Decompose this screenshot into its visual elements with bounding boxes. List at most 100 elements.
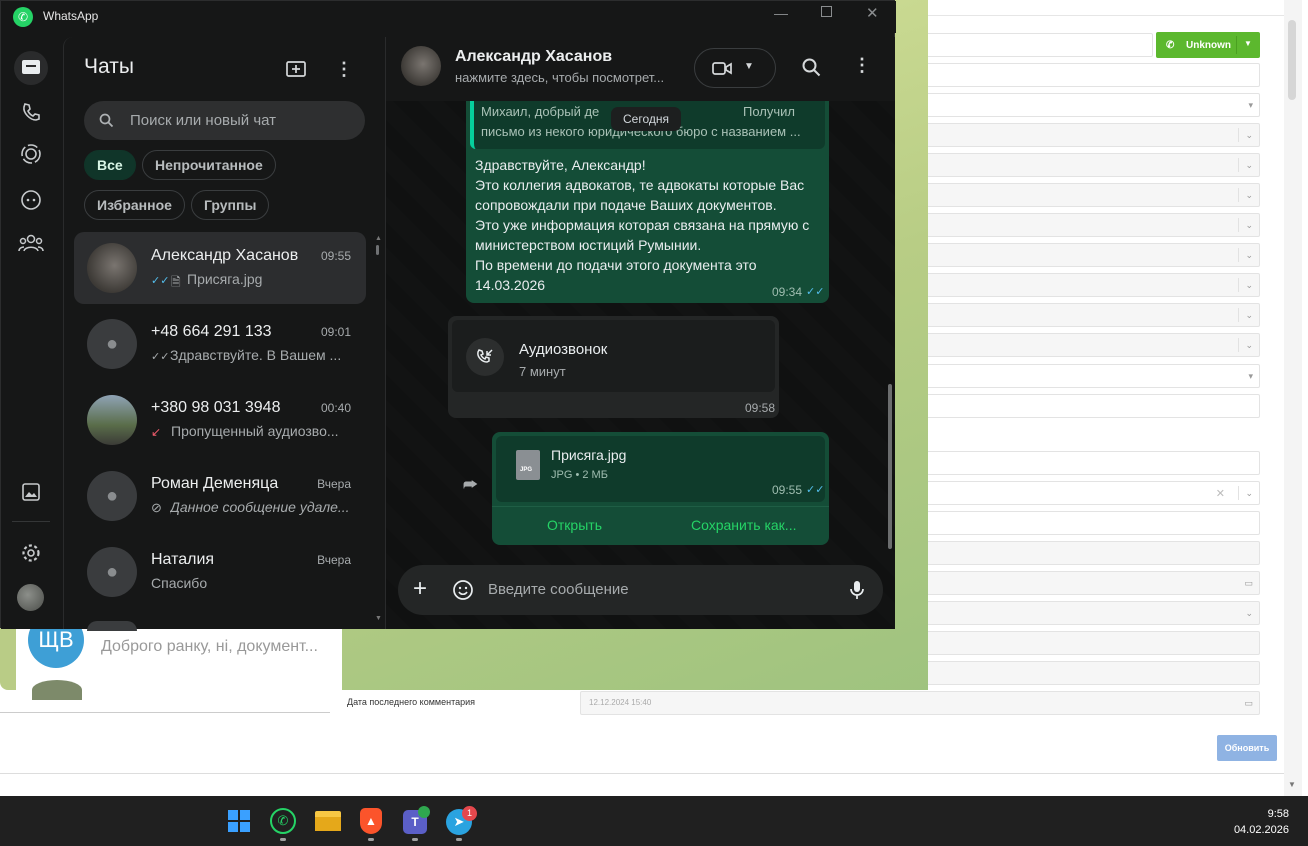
media-icon	[22, 483, 40, 501]
close-button[interactable]: ✕	[866, 4, 879, 22]
filter-unread[interactable]: Непрочитанное	[142, 150, 276, 180]
message-line: Это коллегия адвокатов, те адвокаты кото…	[475, 177, 805, 193]
settings-nav-button[interactable]	[14, 536, 48, 570]
whatsapp-logo-icon: ✆	[13, 7, 33, 27]
chevron-down-icon: ▼	[1244, 39, 1252, 48]
incoming-call-icon	[477, 349, 493, 363]
save-as-button[interactable]: Сохранить как...	[691, 517, 796, 533]
open-file-button[interactable]: Открыть	[547, 517, 602, 533]
chats-icon	[22, 60, 40, 74]
composer-placeholder: Введите сообщение	[488, 581, 629, 598]
read-receipt-icon: ✓✓	[806, 484, 825, 496]
forward-icon[interactable]: ⮫	[463, 477, 478, 495]
read-receipt-icon: ✓✓	[806, 286, 825, 298]
conversation-header[interactable]: Александр Хасанов нажмите здесь, чтобы п…	[386, 37, 895, 101]
outgoing-message[interactable]: Михаил, добрый де Получил письмо из неко…	[466, 101, 829, 303]
telegram-chat-list: ЩВ Доброго ранку, ні, документ...	[16, 612, 342, 700]
call-title: Аудиозвонок	[519, 341, 608, 358]
avatar: ●	[87, 547, 137, 597]
panel-title: Чаты	[84, 55, 134, 78]
communities-nav-button[interactable]	[14, 226, 48, 260]
clock-time[interactable]: 9:58	[1200, 808, 1289, 820]
brave-browser-icon[interactable]: ▲	[360, 808, 382, 834]
read-receipt-icon: ✓✓	[151, 275, 170, 287]
chat-preview: Присяга.jpg	[187, 271, 263, 287]
chevron-down-icon: ⌄	[1245, 160, 1253, 170]
contact-subtitle[interactable]: нажмите здесь, чтобы посмотрет...	[455, 70, 675, 85]
crm-unknown-button[interactable]: ✆ Unknown ▼	[1156, 32, 1260, 58]
menu-button[interactable]: ⋮	[332, 57, 356, 81]
new-chat-button[interactable]	[284, 57, 308, 81]
gear-icon	[22, 544, 40, 562]
media-nav-button[interactable]	[14, 475, 48, 509]
message-composer[interactable]: + Введите сообщение	[398, 565, 883, 615]
chat-list-item[interactable]: +380 98 031 3948 00:40 ↙ Пропущенный ауд…	[74, 384, 366, 456]
chat-list-scrollbar[interactable]: ▲ ▼	[375, 235, 382, 629]
search-input[interactable]: Поиск или новый чат	[84, 101, 365, 140]
filter-all[interactable]: Все	[84, 150, 136, 180]
avatar	[87, 621, 137, 631]
avatar	[87, 243, 137, 293]
contact-name[interactable]: Александр Хасанов	[455, 48, 612, 66]
search-placeholder: Поиск или новый чат	[130, 112, 277, 129]
message-time: 09:34	[772, 285, 803, 299]
crm-scrollbar[interactable]: ▼	[1284, 0, 1302, 796]
call-icon-wrapper	[466, 338, 504, 376]
file-meta: JPG • 2 МБ	[551, 469, 608, 481]
conversation-scrollbar[interactable]	[888, 384, 892, 549]
person-icon: ●	[105, 332, 119, 355]
chats-nav-button[interactable]	[14, 51, 48, 85]
minimize-button[interactable]: —	[774, 5, 788, 21]
crm-header-strip	[928, 0, 1284, 16]
jpg-file-icon: JPG	[516, 450, 540, 480]
filter-favorites[interactable]: Избранное	[84, 190, 185, 220]
message-line: сопровождали при подаче Ваших документов…	[475, 197, 777, 213]
microphone-icon[interactable]	[849, 580, 865, 600]
maximize-button[interactable]	[821, 6, 832, 17]
sticker-icon[interactable]	[452, 579, 474, 601]
search-icon	[99, 113, 114, 128]
call-card[interactable]: Аудиозвонок 7 минут	[452, 320, 775, 392]
profile-avatar[interactable]	[17, 584, 44, 611]
call-message[interactable]: Аудиозвонок 7 минут 09:58	[448, 316, 779, 418]
filter-groups[interactable]: Группы	[191, 190, 270, 220]
chat-list-item[interactable]: Александр Хасанов 09:55 ✓✓ 🗎 Присяга.jpg	[74, 232, 366, 304]
file-card[interactable]: JPG Присяга.jpg JPG • 2 МБ 09:55 ✓✓	[496, 436, 825, 502]
video-call-button[interactable]: ▼	[694, 48, 776, 88]
phone-icon	[23, 103, 40, 121]
chevron-down-icon: ▼	[744, 61, 754, 72]
clear-icon[interactable]: ✕	[1216, 487, 1225, 500]
chat-list-item[interactable]: ● Роман Деменяца Вчера ⊘ Данное сообщени…	[74, 460, 366, 532]
chat-list-item[interactable]: ● +48 664 291 133 09:01 ✓✓ Здравствуйте.…	[74, 308, 366, 380]
channels-nav-button[interactable]	[14, 183, 48, 217]
file-explorer-icon[interactable]	[315, 811, 341, 831]
telegram-chat-preview[interactable]: Доброго ранку, ні, документ...	[101, 638, 341, 656]
avatar	[32, 680, 82, 700]
new-chat-icon	[286, 61, 306, 77]
outgoing-file-message[interactable]: JPG Присяга.jpg JPG • 2 МБ 09:55 ✓✓ Откр…	[492, 432, 829, 545]
crm-last-comment-value: 12.12.2024 15:40	[589, 698, 652, 707]
chat-name: Наталия	[151, 551, 215, 568]
chat-list-panel: Чаты ⋮ Поиск или новый чат Все Непрочита…	[63, 37, 385, 631]
chat-time: 09:55	[320, 249, 351, 263]
chevron-down-icon: ⌄	[1245, 190, 1253, 200]
clock-date[interactable]: 04.02.2026	[1200, 824, 1289, 836]
whatsapp-taskbar-icon[interactable]: ✆	[270, 808, 296, 834]
avatar[interactable]	[401, 46, 441, 86]
communities-icon	[18, 234, 44, 252]
crm-refresh-button[interactable]: Обновить	[1217, 735, 1277, 761]
calls-nav-button[interactable]	[14, 95, 48, 129]
crm-unknown-label: Unknown	[1186, 40, 1231, 51]
channels-icon	[21, 190, 41, 210]
date-chip: Сегодня	[611, 107, 681, 131]
search-icon[interactable]	[802, 58, 821, 77]
chat-list-item[interactable]: ● Наталия Вчера Спасибо	[74, 536, 366, 608]
chat-name: Роман Деменяца	[151, 475, 279, 492]
status-nav-button[interactable]	[14, 137, 48, 171]
calendar-icon: ▭	[1244, 578, 1253, 588]
start-button[interactable]	[228, 810, 250, 832]
conversation-panel: Александр Хасанов нажмите здесь, чтобы п…	[385, 37, 895, 629]
attach-button[interactable]: +	[413, 575, 427, 603]
more-vertical-icon[interactable]: ⋮	[853, 55, 871, 76]
delivered-receipt-icon: ✓✓	[151, 351, 170, 363]
